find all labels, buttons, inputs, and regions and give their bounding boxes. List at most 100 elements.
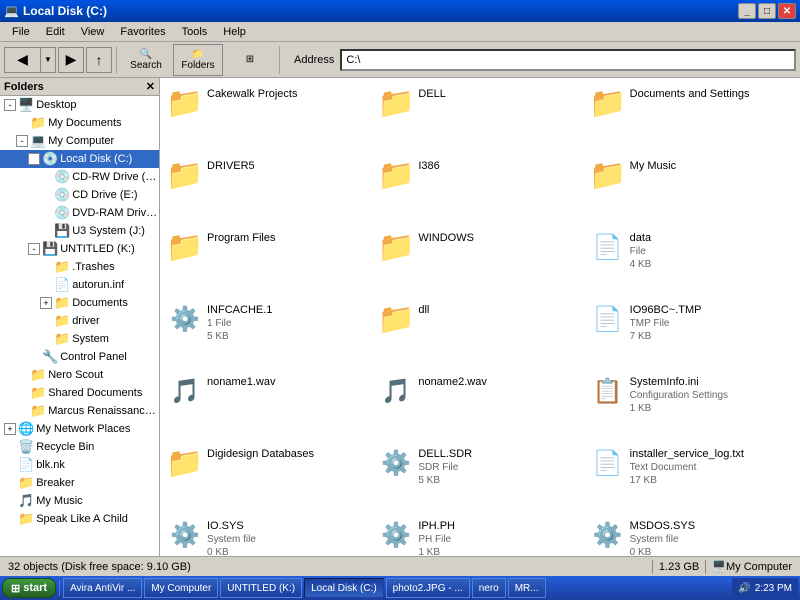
taskbar-item-2[interactable]: UNTITLED (K:) bbox=[220, 578, 302, 598]
file-item[interactable]: 📄installer_service_log.txtText Document … bbox=[587, 442, 796, 512]
tree-item-blk[interactable]: 📄blk.nk bbox=[0, 456, 159, 474]
file-item[interactable]: ⚙️INFCACHE.11 File 5 KB bbox=[164, 298, 373, 368]
tree-expand-shareddocs[interactable] bbox=[16, 387, 28, 399]
search-button[interactable]: 🔍 Search bbox=[121, 44, 171, 76]
folders-button[interactable]: 📁 Folders bbox=[173, 44, 223, 76]
tree-expand-desktop[interactable]: - bbox=[4, 99, 16, 111]
taskbar-item-4[interactable]: photo2.JPG - ... bbox=[386, 578, 470, 598]
tree-item-breaker[interactable]: 📁Breaker bbox=[0, 474, 159, 492]
tree-item-recycle[interactable]: 🗑️Recycle Bin bbox=[0, 438, 159, 456]
tree-item-untitled[interactable]: -💾UNTITLED (K:) bbox=[0, 240, 159, 258]
tree-expand-dvd[interactable] bbox=[40, 207, 52, 219]
file-item[interactable]: 🎵noname2.wav bbox=[375, 370, 584, 440]
file-item[interactable]: 📁Digidesign Databases bbox=[164, 442, 373, 512]
maximize-button[interactable]: □ bbox=[758, 3, 776, 19]
tree-expand-neroscout[interactable] bbox=[16, 369, 28, 381]
tree-expand-u3[interactable] bbox=[40, 225, 52, 237]
tree-item-localc[interactable]: -💿Local Disk (C:) bbox=[0, 150, 159, 168]
menu-favorites[interactable]: Favorites bbox=[112, 24, 173, 40]
tree-expand-marcus[interactable] bbox=[16, 405, 28, 417]
menu-view[interactable]: View bbox=[73, 24, 113, 40]
file-item[interactable]: 📁DELL bbox=[375, 82, 584, 152]
tree-expand-speaklike[interactable] bbox=[4, 513, 16, 525]
tree-item-cdrom[interactable]: 💿CD-RW Drive (D:) bbox=[0, 168, 159, 186]
file-item[interactable]: 📁Program Files bbox=[164, 226, 373, 296]
tree-item-mynetwork[interactable]: +🌐My Network Places bbox=[0, 420, 159, 438]
file-item[interactable]: ⚙️DELL.SDRSDR File 5 KB bbox=[375, 442, 584, 512]
tree-item-system[interactable]: 📁System bbox=[0, 330, 159, 348]
tree-item-speaklike[interactable]: 📁Speak Like A Child bbox=[0, 510, 159, 528]
back-dropdown[interactable]: ▼ bbox=[41, 47, 55, 73]
tree-expand-cdrom[interactable] bbox=[40, 171, 52, 183]
file-item[interactable]: 📁My Music bbox=[587, 154, 796, 224]
tree-item-autorun[interactable]: 📄autorun.inf bbox=[0, 276, 159, 294]
tree-expand-mynetwork[interactable]: + bbox=[4, 423, 16, 435]
file-item[interactable]: ⚙️IO.SYSSystem file 0 KB bbox=[164, 514, 373, 556]
file-item[interactable]: 📁I386 bbox=[375, 154, 584, 224]
tree-expand-trashes[interactable] bbox=[40, 261, 52, 273]
back-main[interactable]: ◀ bbox=[5, 47, 41, 73]
tree-item-neroscout[interactable]: 📁Nero Scout bbox=[0, 366, 159, 384]
taskbar-item-1[interactable]: My Computer bbox=[144, 578, 218, 598]
tree-icon-cdrom: 💿 bbox=[54, 169, 70, 185]
tree-item-shareddocs[interactable]: 📁Shared Documents bbox=[0, 384, 159, 402]
up-button[interactable]: ↑ bbox=[86, 47, 112, 73]
file-detail: System file 0 KB bbox=[630, 533, 791, 556]
menu-help[interactable]: Help bbox=[215, 24, 254, 40]
tree-expand-mycomp[interactable]: - bbox=[16, 135, 28, 147]
tree-item-driver[interactable]: 📁driver bbox=[0, 312, 159, 330]
file-info: Digidesign Databases bbox=[207, 447, 368, 461]
tree-item-documents[interactable]: +📁Documents bbox=[0, 294, 159, 312]
tree-expand-controlpanel[interactable] bbox=[28, 351, 40, 363]
address-input[interactable] bbox=[340, 49, 796, 71]
tree-expand-system[interactable] bbox=[40, 333, 52, 345]
menu-edit[interactable]: Edit bbox=[38, 24, 73, 40]
tree-expand-recycle[interactable] bbox=[4, 441, 16, 453]
tree-item-controlpanel[interactable]: 🔧Control Panel bbox=[0, 348, 159, 366]
tree-item-trashes[interactable]: 📁.Trashes bbox=[0, 258, 159, 276]
back-button[interactable]: ◀ ▼ bbox=[4, 47, 56, 73]
taskbar-item-6[interactable]: MR... bbox=[508, 578, 546, 598]
windows-icon: ⊞ bbox=[11, 582, 20, 595]
file-item[interactable]: 📁DRIVER5 bbox=[164, 154, 373, 224]
file-item[interactable]: ⚙️MSDOS.SYSSystem file 0 KB bbox=[587, 514, 796, 556]
start-button[interactable]: ⊞ start bbox=[2, 578, 56, 598]
tree-item-dvd[interactable]: 💿DVD-RAM Drive (F:) bbox=[0, 204, 159, 222]
folders-close-icon[interactable]: ✕ bbox=[146, 80, 155, 93]
file-item[interactable]: 📁Documents and Settings bbox=[587, 82, 796, 152]
views-button[interactable]: ⊞ bbox=[225, 44, 275, 76]
file-item[interactable]: 📄IO96BC~.TMPTMP File 7 KB bbox=[587, 298, 796, 368]
tree-item-desktop[interactable]: -🖥️Desktop bbox=[0, 96, 159, 114]
tree-item-marcus[interactable]: 📁Marcus Renaissance's Docu… bbox=[0, 402, 159, 420]
tree-expand-driver[interactable] bbox=[40, 315, 52, 327]
file-item[interactable]: 📁dll bbox=[375, 298, 584, 368]
file-item[interactable]: 📁Cakewalk Projects bbox=[164, 82, 373, 152]
file-item[interactable]: 📁WINDOWS bbox=[375, 226, 584, 296]
tree-expand-blk[interactable] bbox=[4, 459, 16, 471]
file-item[interactable]: 🎵noname1.wav bbox=[164, 370, 373, 440]
tree-item-mydocs[interactable]: 📁My Documents bbox=[0, 114, 159, 132]
taskbar-item-5[interactable]: nero bbox=[472, 578, 506, 598]
tree-expand-documents[interactable]: + bbox=[40, 297, 52, 309]
taskbar-item-3[interactable]: Local Disk (C:) bbox=[304, 578, 384, 598]
minimize-button[interactable]: _ bbox=[738, 3, 756, 19]
file-item[interactable]: 📄dataFile 4 KB bbox=[587, 226, 796, 296]
file-item[interactable]: 📋SystemInfo.iniConfiguration Settings 1 … bbox=[587, 370, 796, 440]
tree-expand-localc[interactable]: - bbox=[28, 153, 40, 165]
menu-file[interactable]: File bbox=[4, 24, 38, 40]
tree-item-mycomp[interactable]: -💻My Computer bbox=[0, 132, 159, 150]
menu-tools[interactable]: Tools bbox=[174, 24, 216, 40]
forward-button[interactable]: ▶ bbox=[58, 47, 84, 73]
tree-expand-mymusic[interactable] bbox=[4, 495, 16, 507]
taskbar-item-0[interactable]: Avira AntiVir ... bbox=[63, 578, 142, 598]
tree-expand-autorun[interactable] bbox=[40, 279, 52, 291]
close-button[interactable]: ✕ bbox=[778, 3, 796, 19]
tree-expand-breaker[interactable] bbox=[4, 477, 16, 489]
tree-expand-mydocs[interactable] bbox=[16, 117, 28, 129]
tree-expand-untitled[interactable]: - bbox=[28, 243, 40, 255]
tree-item-u3[interactable]: 💾U3 System (J:) bbox=[0, 222, 159, 240]
tree-item-cddrive[interactable]: 💿CD Drive (E:) bbox=[0, 186, 159, 204]
file-item[interactable]: ⚙️IPH.PHPH File 1 KB bbox=[375, 514, 584, 556]
tree-item-mymusic[interactable]: 🎵My Music bbox=[0, 492, 159, 510]
tree-expand-cddrive[interactable] bbox=[40, 189, 52, 201]
